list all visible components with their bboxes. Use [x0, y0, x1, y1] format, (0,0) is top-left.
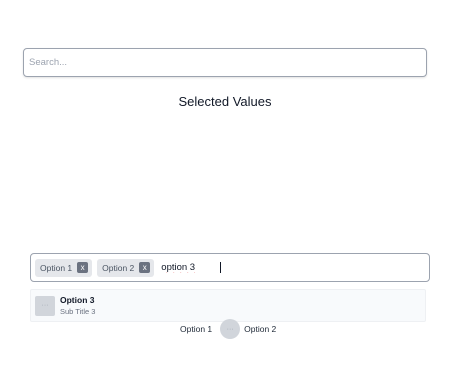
- chip-remove-button[interactable]: x: [77, 262, 89, 273]
- selected-values-list: Option 1 ··· Option 2: [180, 318, 276, 340]
- selected-value-label: Option 1: [180, 324, 213, 334]
- multi-select-field[interactable]: Option 1 x Option 2 x: [30, 253, 430, 282]
- multi-select-input[interactable]: [159, 258, 222, 277]
- text-caret: [220, 262, 222, 273]
- dropdown-item-title: Option 3: [60, 294, 95, 305]
- dropdown-item-subtitle: Sub Title 3: [60, 306, 96, 316]
- chip-label: Option 1: [40, 262, 73, 273]
- selected-values-heading: Selected Values: [178, 94, 272, 109]
- chip-label: Option 2: [102, 262, 135, 273]
- chip-option-2: Option 2 x: [97, 258, 155, 277]
- selected-value-label: Option 2: [244, 324, 277, 334]
- search-box: [23, 48, 427, 77]
- dropdown-item-text: Option 3 Sub Title 3: [60, 295, 95, 317]
- chip-option-1: Option 1 x: [35, 258, 93, 277]
- image-placeholder-icon: ···: [35, 295, 55, 316]
- search-input[interactable]: [24, 49, 426, 76]
- page: Selected Values Option 1 x Option 2 x ··…: [0, 0, 474, 384]
- chip-remove-button[interactable]: x: [139, 262, 151, 273]
- avatar-placeholder-icon: ···: [220, 319, 241, 339]
